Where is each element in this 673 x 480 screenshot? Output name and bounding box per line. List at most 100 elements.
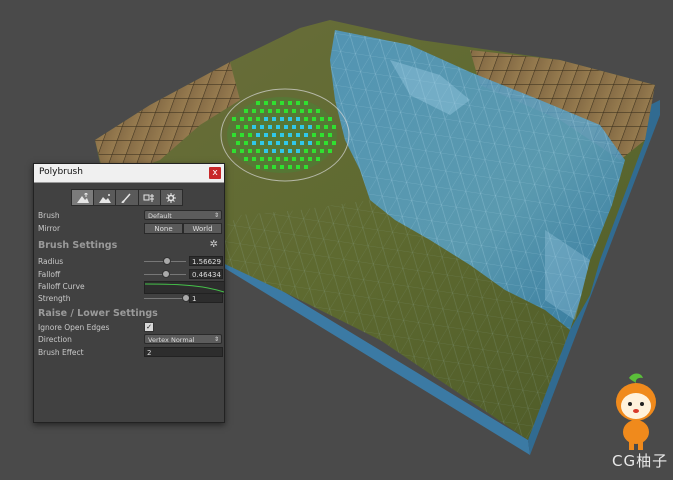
radius-slider-knob[interactable] — [163, 257, 171, 265]
strength-slider[interactable] — [144, 298, 186, 299]
brush-vertex-point — [272, 117, 276, 121]
brush-vertex-point — [264, 133, 268, 137]
brush-vertex-point — [300, 141, 304, 145]
mirror-world-button[interactable]: World — [183, 223, 222, 234]
brush-vertex-point — [324, 141, 328, 145]
falloff-label: Falloff — [38, 270, 61, 279]
brush-vertex-point — [272, 133, 276, 137]
brush-vertex-point — [316, 141, 320, 145]
brush-vertex-point — [244, 125, 248, 129]
brush-vertex-point — [292, 141, 296, 145]
ignore-open-edges-checkbox[interactable]: ✓ — [144, 322, 154, 332]
falloff-slider-knob[interactable] — [161, 270, 170, 278]
settings-mode-button[interactable] — [161, 190, 182, 205]
brush-vertex-point — [288, 133, 292, 137]
brush-vertex-point — [288, 149, 292, 153]
radius-field[interactable]: 1.56629 — [189, 256, 223, 266]
brush-effect-label: Brush Effect — [38, 348, 84, 357]
brush-vertex-point — [276, 157, 280, 161]
falloff-curve-graph — [144, 283, 225, 293]
mirror-options: None World — [144, 223, 222, 234]
brush-vertex-point — [280, 165, 284, 169]
brush-vertex-point — [252, 157, 256, 161]
brush-value: Default — [148, 212, 172, 220]
brush-vertex-point — [244, 109, 248, 113]
brush-vertex-point — [268, 157, 272, 161]
smooth-mode-button[interactable] — [94, 190, 117, 205]
brush-vertex-point — [280, 117, 284, 121]
strength-row: Strength 1 — [38, 293, 223, 305]
brush-vertex-point — [320, 149, 324, 153]
mountain-up-icon — [76, 192, 89, 203]
mirror-none-button[interactable]: None — [144, 223, 183, 234]
brush-vertex-point — [292, 109, 296, 113]
strength-label: Strength — [38, 294, 71, 303]
brush-vertex-point — [328, 149, 332, 153]
brush-vertex-point — [232, 133, 236, 137]
brush-vertex-point — [256, 133, 260, 137]
brush-vertex-point — [232, 117, 236, 121]
brush-vertex-point — [252, 125, 256, 129]
brush-vertex-point — [308, 157, 312, 161]
brush-icon — [121, 193, 131, 203]
radius-row: Radius 1.56629 — [38, 256, 223, 268]
strength-field[interactable]: 1 — [189, 293, 223, 303]
direction-row: Direction Vertex Normal ⇕ — [38, 334, 222, 346]
brush-vertex-point — [256, 149, 260, 153]
brush-vertex-point — [264, 117, 268, 121]
brush-vertex-point — [276, 109, 280, 113]
brush-vertex-point — [316, 125, 320, 129]
brush-vertex-point — [256, 117, 260, 121]
brush-vertex-point — [268, 125, 272, 129]
brush-vertex-point — [308, 125, 312, 129]
brush-vertex-point — [328, 117, 332, 121]
close-button[interactable]: x — [209, 167, 221, 179]
brush-vertex-point — [256, 165, 260, 169]
panel-title: Polybrush — [39, 167, 83, 177]
brush-vertex-point — [296, 133, 300, 137]
brush-vertex-point — [260, 157, 264, 161]
brush-vertex-point — [260, 125, 264, 129]
brush-dropdown[interactable]: Default ⇕ — [144, 210, 222, 220]
dropdown-arrow-icon: ⇕ — [213, 212, 219, 219]
brush-vertex-point — [328, 133, 332, 137]
brush-vertex-point — [288, 101, 292, 105]
brush-vertex-point — [316, 109, 320, 113]
brush-vertex-point — [320, 117, 324, 121]
brush-vertex-point — [232, 149, 236, 153]
brush-vertex-point — [312, 117, 316, 121]
brush-vertex-point — [284, 141, 288, 145]
brush-vertex-point — [316, 157, 320, 161]
mirror-label: Mirror — [38, 224, 61, 233]
brush-vertex-point — [304, 133, 308, 137]
brush-vertex-point — [292, 157, 296, 161]
polybrush-panel: Polybrush x Brush Default ⇕ Mirror None … — [33, 163, 225, 423]
brush-vertex-point — [264, 165, 268, 169]
falloff-field[interactable]: 0.46434 — [189, 269, 223, 279]
brush-effect-field[interactable]: 2 — [144, 347, 223, 357]
brush-vertex-point — [288, 165, 292, 169]
radius-label: Radius — [38, 257, 64, 266]
raise-lower-mode-button[interactable] — [72, 190, 95, 205]
ignore-open-edges-row: Ignore Open Edges ✓ — [38, 322, 220, 334]
brush-vertex-point — [308, 109, 312, 113]
brush-vertex-point — [304, 101, 308, 105]
brush-vertex-point — [256, 101, 260, 105]
brush-vertex-point — [296, 149, 300, 153]
brush-vertex-point — [292, 125, 296, 129]
mountain-smooth-icon — [98, 193, 111, 203]
brush-vertex-point — [312, 133, 316, 137]
brush-vertex-point — [296, 101, 300, 105]
brush-vertex-point — [284, 109, 288, 113]
brush-vertex-point — [320, 133, 324, 137]
brush-settings-gear-icon[interactable]: ✲ — [210, 239, 218, 250]
brush-vertex-point — [280, 101, 284, 105]
brush-vertex-point — [296, 117, 300, 121]
brush-vertex-point — [300, 109, 304, 113]
brush-vertex-point — [272, 149, 276, 153]
panel-titlebar[interactable]: Polybrush x — [34, 164, 224, 183]
brush-vertex-point — [276, 125, 280, 129]
paint-mode-button[interactable] — [116, 190, 139, 205]
prefab-mode-button[interactable] — [139, 190, 161, 205]
direction-dropdown[interactable]: Vertex Normal ⇕ — [144, 334, 222, 344]
